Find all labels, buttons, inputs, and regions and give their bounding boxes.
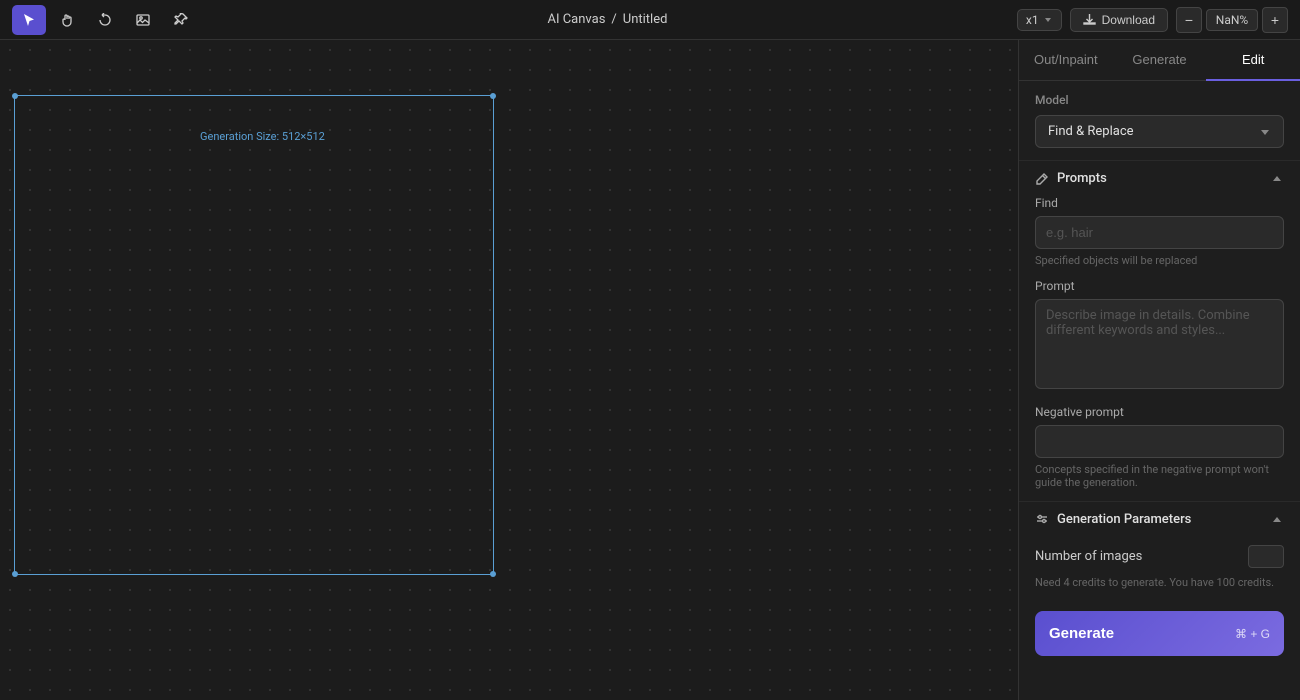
toolbar-title: AI Canvas / Untitled: [202, 12, 1013, 27]
zoom-in-button[interactable]: +: [1262, 7, 1288, 33]
zoom-controls: − NaN% +: [1176, 7, 1288, 33]
num-images-label: Number of images: [1035, 549, 1142, 564]
find-input[interactable]: [1035, 216, 1284, 249]
toolbar: AI Canvas / Untitled x1 Download − NaN% …: [0, 0, 1300, 40]
model-dropdown[interactable]: Find & Replace: [1035, 115, 1284, 148]
pin-tool-button[interactable]: [164, 5, 198, 35]
file-name: Untitled: [623, 12, 668, 27]
credits-hint: Need 4 credits to generate. You have 100…: [1019, 576, 1300, 601]
corner-handle-tr[interactable]: [490, 93, 496, 99]
generation-size-label: Generation Size: 512×512: [200, 130, 325, 143]
main-area: Generation Size: 512×512 Out/Inpaint Gen…: [0, 40, 1300, 700]
num-images-row: Number of images 4: [1019, 537, 1300, 576]
tab-generate[interactable]: Generate: [1113, 40, 1207, 81]
right-panel: Out/Inpaint Generate Edit Model Find & R…: [1018, 40, 1300, 700]
toolbar-tools: [12, 5, 198, 35]
select-tool-button[interactable]: [12, 5, 46, 35]
scale-value: x1: [1026, 13, 1039, 27]
toolbar-right: x1 Download − NaN% +: [1017, 7, 1288, 33]
tab-outinpaint[interactable]: Out/Inpaint: [1019, 40, 1113, 81]
negative-prompt-field-group: Negative prompt Disfigured, cartoon, blu…: [1019, 405, 1300, 501]
panel-tabs: Out/Inpaint Generate Edit: [1019, 40, 1300, 81]
generate-button[interactable]: Generate ⌘ + G: [1035, 611, 1284, 656]
find-label: Find: [1035, 196, 1284, 210]
gen-params-chevron-icon: [1270, 513, 1284, 527]
tab-edit[interactable]: Edit: [1206, 40, 1300, 81]
gen-params-header[interactable]: Generation Parameters: [1019, 501, 1300, 537]
corner-handle-bl[interactable]: [12, 571, 18, 577]
find-hint: Specified objects will be replaced: [1035, 254, 1284, 267]
num-images-input[interactable]: 4: [1248, 545, 1284, 568]
prompts-chevron-icon: [1270, 172, 1284, 186]
prompts-section-header[interactable]: Prompts: [1019, 161, 1300, 196]
zoom-out-button[interactable]: −: [1176, 7, 1202, 33]
model-selected-value: Find & Replace: [1048, 124, 1134, 139]
image-tool-button[interactable]: [126, 5, 160, 35]
sliders-icon: [1035, 513, 1049, 527]
corner-handle-br[interactable]: [490, 571, 496, 577]
download-button[interactable]: Download: [1070, 8, 1168, 32]
negative-prompt-input[interactable]: Disfigured, cartoon, blurry, nude: [1035, 425, 1284, 458]
hand-tool-button[interactable]: [50, 5, 84, 35]
prompt-label: Prompt: [1035, 279, 1284, 293]
prompt-textarea[interactable]: [1035, 299, 1284, 389]
edit-icon: [1035, 172, 1049, 186]
negative-prompt-label: Negative prompt: [1035, 405, 1284, 419]
generate-shortcut: ⌘ + G: [1235, 627, 1270, 641]
corner-handle-tl[interactable]: [12, 93, 18, 99]
canvas-area[interactable]: Generation Size: 512×512: [0, 40, 1018, 700]
download-label: Download: [1102, 13, 1155, 27]
gen-params-label: Generation Parameters: [1057, 512, 1191, 527]
model-label: Model: [1035, 93, 1284, 107]
refresh-tool-button[interactable]: [88, 5, 122, 35]
model-section: Model Find & Replace: [1019, 81, 1300, 161]
canvas-frame: [14, 95, 494, 575]
zoom-value: NaN%: [1206, 9, 1258, 31]
prompts-label: Prompts: [1057, 171, 1107, 186]
prompt-field-group: Prompt: [1019, 279, 1300, 405]
title-separator: /: [611, 12, 616, 27]
app-name: AI Canvas: [547, 12, 605, 27]
model-chevron-icon: [1259, 126, 1271, 138]
prompts-header-left: Prompts: [1035, 171, 1107, 186]
scale-selector[interactable]: x1: [1017, 9, 1062, 31]
generate-label: Generate: [1049, 625, 1114, 642]
find-field-group: Find Specified objects will be replaced: [1019, 196, 1300, 279]
negative-prompt-hint: Concepts specified in the negative promp…: [1035, 463, 1284, 489]
gen-params-header-left: Generation Parameters: [1035, 512, 1191, 527]
